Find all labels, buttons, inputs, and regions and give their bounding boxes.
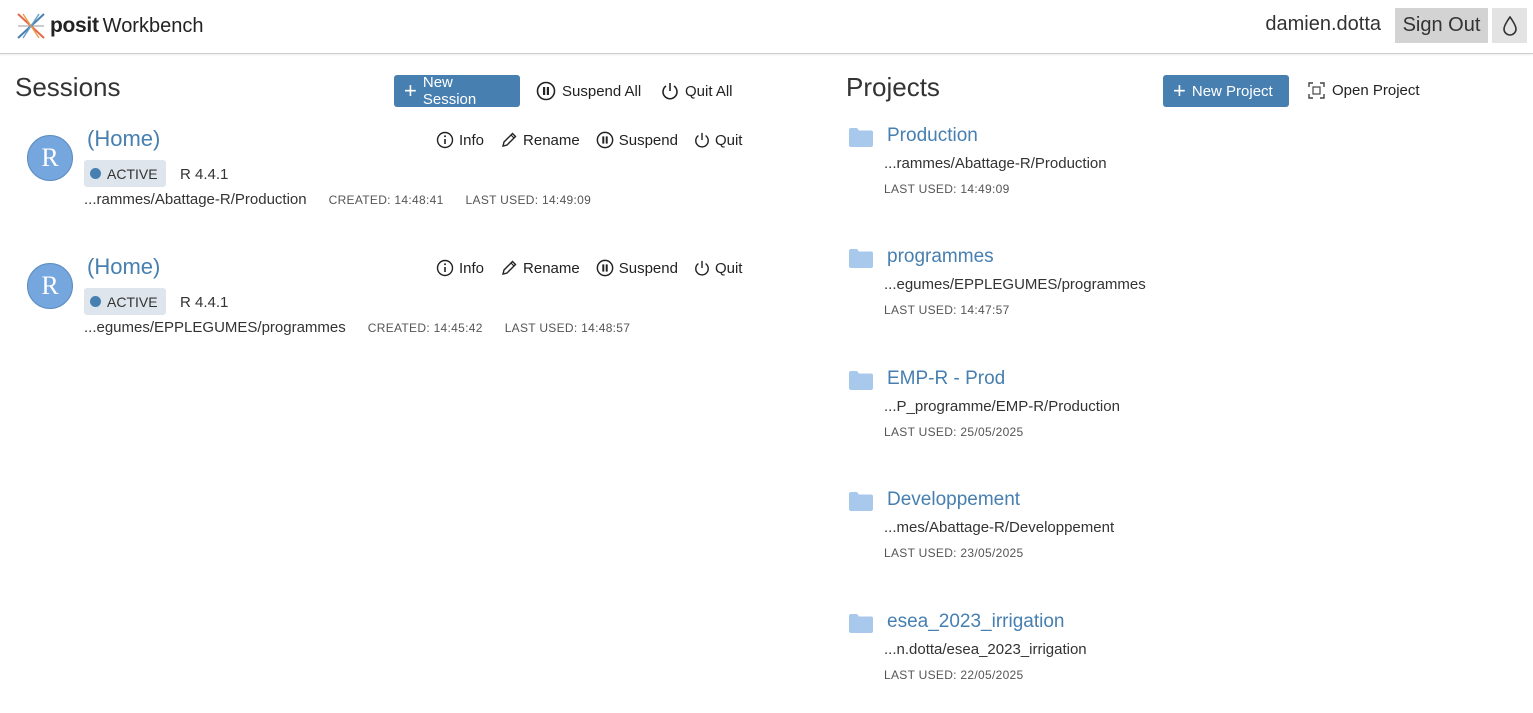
session-suspend-button[interactable]: Suspend [596, 131, 678, 149]
session-avatar: R [27, 135, 73, 181]
project-item: Production ...rammes/Abattage-R/Producti… [848, 125, 1448, 227]
quit-all-label: Quit All [685, 82, 733, 100]
posit-logo-icon [17, 13, 45, 39]
project-path: ...P_programme/EMP-R/Production [884, 398, 1120, 415]
droplet-icon [1502, 15, 1517, 36]
folder-icon [849, 614, 873, 633]
project-last-used: LAST USED: 14:47:57 [884, 303, 1010, 317]
session-last-used: LAST USED: 14:48:57 [504, 320, 631, 335]
project-name-link[interactable]: programmes [887, 246, 994, 268]
session-item: R (Home) Info Rename Suspend Quit ACTIVE… [0, 252, 800, 362]
info-label: Info [459, 259, 485, 277]
rename-label: Rename [523, 131, 580, 149]
power-icon [695, 132, 709, 148]
r-version: R 4.4.1 [180, 294, 229, 311]
info-label: Info [459, 131, 485, 149]
top-bar: posit Workbench damien.dotta Sign Out [0, 0, 1533, 54]
session-path: ...egumes/EPPLEGUMES/programmes [84, 319, 346, 336]
session-info-button[interactable]: Info [436, 259, 484, 277]
project-last-used: LAST USED: 14:49:09 [884, 182, 1010, 196]
pencil-icon [502, 260, 517, 275]
rename-label: Rename [523, 259, 580, 277]
folder-icon [849, 249, 873, 268]
open-project-icon [1308, 82, 1325, 99]
session-path: ...rammes/Abattage-R/Production [84, 191, 307, 208]
session-created: CREATED: 14:45:42 [367, 320, 483, 335]
project-last-used: LAST USED: 23/05/2025 [884, 546, 1024, 560]
product-name: Workbench [102, 14, 204, 37]
new-session-button[interactable]: + New Session [394, 74, 520, 108]
open-project-button[interactable]: Open Project [1307, 81, 1420, 100]
status-badge: ACTIVE [84, 160, 166, 187]
plus-icon: + [404, 78, 417, 103]
power-icon [695, 260, 709, 276]
project-name-link[interactable]: EMP-R - Prod [887, 368, 1005, 390]
project-item: programmes ...egumes/EPPLEGUMES/programm… [848, 246, 1448, 348]
status-dot [90, 296, 101, 307]
session-rename-button[interactable]: Rename [500, 259, 580, 277]
session-suspend-button[interactable]: Suspend [596, 259, 678, 277]
new-project-label: New Project [1191, 82, 1273, 100]
session-created: CREATED: 14:48:41 [328, 192, 444, 207]
suspend-label: Suspend [618, 131, 678, 149]
power-icon [662, 83, 678, 100]
suspend-all-button[interactable]: Suspend All [536, 81, 641, 101]
project-path: ...rammes/Abattage-R/Production [884, 155, 1107, 172]
project-item: Developpement ...mes/Abattage-R/Developp… [848, 489, 1448, 591]
project-name-link[interactable]: Developpement [887, 489, 1020, 511]
project-path: ...n.dotta/esea_2023_irrigation [884, 641, 1087, 658]
folder-icon [849, 492, 873, 511]
pause-circle-icon [596, 131, 614, 149]
status-dot [90, 168, 101, 179]
project-path: ...mes/Abattage-R/Developpement [884, 519, 1115, 536]
session-name-link[interactable]: (Home) [87, 126, 160, 152]
session-item: R (Home) Info Rename Suspend Quit ACTIVE… [0, 124, 800, 234]
info-icon [436, 131, 454, 149]
projects-title: Projects [846, 72, 940, 102]
pencil-icon [502, 132, 517, 147]
session-info-button[interactable]: Info [436, 131, 484, 149]
pause-circle-icon [596, 259, 614, 277]
new-session-label: New Session [422, 74, 477, 108]
quit-label: Quit [714, 259, 743, 277]
username: damien.dotta [1265, 13, 1381, 35]
session-avatar: R [27, 263, 73, 309]
session-last-used: LAST USED: 14:49:09 [465, 192, 592, 207]
suspend-all-label: Suspend All [562, 82, 642, 100]
project-name-link[interactable]: esea_2023_irrigation [887, 611, 1064, 633]
plus-icon: + [1173, 78, 1186, 103]
project-item: EMP-R - Prod ...P_programme/EMP-R/Produc… [848, 368, 1448, 470]
quit-all-button[interactable]: Quit All [661, 81, 733, 101]
project-name-link[interactable]: Production [887, 125, 978, 147]
open-project-label: Open Project [1332, 82, 1420, 99]
session-name-link[interactable]: (Home) [87, 254, 160, 280]
sign-out-button[interactable]: Sign Out [1395, 8, 1488, 43]
sessions-title: Sessions [15, 72, 121, 102]
project-last-used: LAST USED: 22/05/2025 [884, 668, 1024, 682]
status-label: ACTIVE [107, 293, 158, 310]
folder-icon [849, 128, 873, 147]
session-quit-button[interactable]: Quit [694, 259, 743, 277]
theme-toggle-button[interactable] [1492, 8, 1527, 43]
folder-icon [849, 371, 873, 390]
suspend-label: Suspend [618, 259, 678, 277]
project-path: ...egumes/EPPLEGUMES/programmes [884, 276, 1146, 293]
brand-name: posit [50, 14, 99, 37]
pause-circle-icon [536, 81, 556, 101]
quit-label: Quit [714, 131, 743, 149]
status-badge: ACTIVE [84, 288, 166, 315]
posit-logo[interactable]: posit Workbench [16, 12, 203, 40]
status-label: ACTIVE [107, 165, 158, 182]
info-icon [436, 259, 454, 277]
r-version: R 4.4.1 [180, 166, 229, 183]
session-quit-button[interactable]: Quit [694, 131, 743, 149]
project-item: esea_2023_irrigation ...n.dotta/esea_202… [848, 611, 1448, 713]
new-project-button[interactable]: + New Project [1163, 75, 1289, 107]
session-rename-button[interactable]: Rename [500, 131, 580, 149]
project-last-used: LAST USED: 25/05/2025 [884, 425, 1024, 439]
